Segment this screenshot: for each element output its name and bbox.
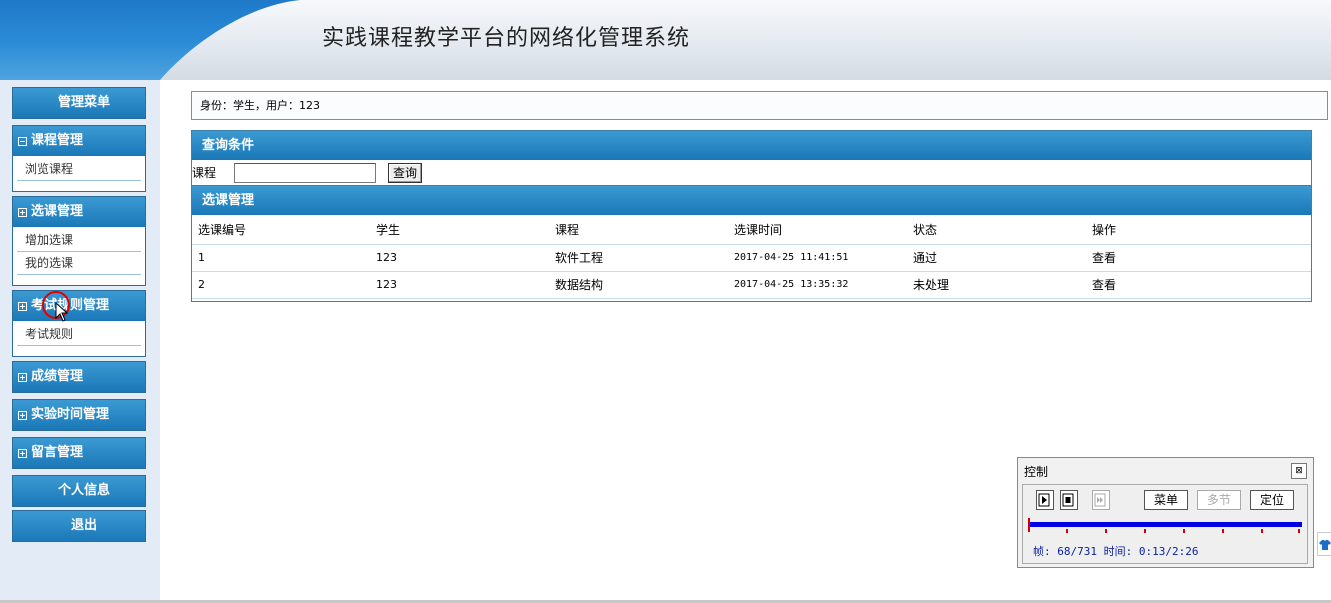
timeline-tick xyxy=(1144,529,1146,533)
timeline-slider[interactable] xyxy=(1028,518,1302,535)
header-banner: 实践课程教学平台的网络化管理系统 xyxy=(0,0,1331,80)
column-header: 状态 xyxy=(907,215,1086,245)
site-title: 实践课程教学平台的网络化管理系统 xyxy=(322,26,691,51)
sidebar-item-exam-rules[interactable]: 考试规则 xyxy=(17,323,141,346)
menu-title: 管理菜单 xyxy=(13,88,145,118)
column-header: 学生 xyxy=(370,215,549,245)
header-blue-swoosh xyxy=(0,0,330,80)
sidebar-group-header-grades[interactable]: 成绩管理 xyxy=(13,362,145,392)
view-link[interactable]: 查看 xyxy=(1086,244,1311,272)
frame-time-status: 帧: 68/731 时间: 0:13/2:26 xyxy=(1033,545,1199,558)
table-header-row: 选课编号 学生 课程 选课时间 状态 操作 xyxy=(192,215,1311,245)
step-forward-icon xyxy=(1094,493,1106,507)
group-title: 成绩管理 xyxy=(31,369,84,384)
table-row: 1 123 软件工程 2017-04-25 11:41:51 通过 查看 xyxy=(192,244,1311,272)
cell-course: 软件工程 xyxy=(549,244,728,272)
plus-box-icon xyxy=(18,301,27,311)
control-body: 菜单 多节 定位 帧: 68/731 时间: 0:13/2:26 xyxy=(1022,484,1308,564)
column-header: 操作 xyxy=(1086,215,1311,245)
cell-status: 未处理 xyxy=(907,271,1086,299)
locate-button[interactable]: 定位 xyxy=(1250,490,1294,510)
tshirt-glyph xyxy=(1318,540,1331,550)
sidebar-group-exam-rules: 考试规则管理 考试规则 xyxy=(12,290,146,357)
cell-course: 数据结构 xyxy=(549,271,728,299)
plus-box-icon xyxy=(18,372,27,382)
sidebar-group-header-selection[interactable]: 选课管理 xyxy=(13,197,145,227)
stop-icon xyxy=(1062,493,1074,507)
sidebar-logout: 退出 xyxy=(12,510,146,542)
minus-box-icon xyxy=(18,136,27,146)
plus-box-icon xyxy=(18,410,27,420)
sidebar-group-selection: 选课管理 增加选课 我的选课 xyxy=(12,196,146,286)
cell-id: 1 xyxy=(192,244,370,272)
control-title: 控制 xyxy=(1024,465,1049,479)
timeline-tick xyxy=(1261,529,1263,533)
mouse-cursor-icon xyxy=(55,302,69,322)
sidebar-group-header-messages[interactable]: 留言管理 xyxy=(13,438,145,468)
course-search-input[interactable] xyxy=(234,162,376,183)
timeline-track xyxy=(1028,522,1302,527)
play-icon xyxy=(1038,493,1050,507)
play-button[interactable] xyxy=(1036,490,1054,510)
group-title: 课程管理 xyxy=(31,133,84,148)
sidebar-group-header-exam-rules[interactable]: 考试规则管理 xyxy=(13,291,145,321)
player-control-window: 控制 ⊠ 菜单 多节 定位 帧: 68/731 时间: 0:13/2:26 xyxy=(1017,457,1314,568)
logout-button[interactable]: 退出 xyxy=(13,511,145,541)
cell-status: 通过 xyxy=(907,244,1086,272)
sidebar: 管理菜单 课程管理 浏览课程 选课管理 增加选课 我的选课 考试规则管理 考试规… xyxy=(0,80,160,603)
query-button[interactable]: 查询 xyxy=(388,162,423,183)
sidebar-personal-info: 个人信息 xyxy=(12,475,146,507)
close-icon[interactable]: ⊠ xyxy=(1291,463,1307,479)
menu-title-block: 管理菜单 xyxy=(12,87,146,119)
sidebar-group-header-lab-time[interactable]: 实验时间管理 xyxy=(13,400,145,430)
sidebar-group-messages: 留言管理 xyxy=(12,437,146,469)
timeline-tick xyxy=(1105,529,1107,533)
personal-info-button[interactable]: 个人信息 xyxy=(13,476,145,506)
sidebar-group-grades: 成绩管理 xyxy=(12,361,146,393)
column-header: 选课编号 xyxy=(192,215,370,245)
timeline-tick xyxy=(1222,529,1224,533)
main-panel: 查询条件 课程 查询 选课管理 选课编号 学生 课程 选课时间 状态 操作 1 … xyxy=(191,130,1312,302)
sidebar-item-browse-courses[interactable]: 浏览课程 xyxy=(17,158,141,181)
selection-table: 选课编号 学生 课程 选课时间 状态 操作 1 123 软件工程 2017-04… xyxy=(192,215,1311,299)
cell-student: 123 xyxy=(370,244,549,272)
menu-button[interactable]: 菜单 xyxy=(1144,490,1188,510)
stop-button[interactable] xyxy=(1060,490,1078,510)
selection-section-title: 选课管理 xyxy=(192,186,1311,215)
multi-section-button[interactable]: 多节 xyxy=(1197,490,1241,510)
step-button[interactable] xyxy=(1092,490,1110,510)
column-header: 课程 xyxy=(549,215,728,245)
cell-id: 2 xyxy=(192,271,370,299)
timeline-playhead[interactable] xyxy=(1028,518,1030,532)
plus-box-icon xyxy=(18,448,27,458)
sidebar-group-lab-time: 实验时间管理 xyxy=(12,399,146,431)
identity-bar: 身份：学生，用户：123 xyxy=(191,91,1328,120)
view-link[interactable]: 查看 xyxy=(1086,271,1311,299)
tshirt-icon[interactable] xyxy=(1317,532,1331,556)
plus-box-icon xyxy=(18,207,27,217)
sidebar-group-course: 课程管理 浏览课程 xyxy=(12,125,146,192)
course-label: 课程 xyxy=(192,166,217,180)
sidebar-item-add-selection[interactable]: 增加选课 xyxy=(17,229,141,252)
group-title: 留言管理 xyxy=(31,445,84,460)
cell-student: 123 xyxy=(370,271,549,299)
query-row: 课程 查询 xyxy=(192,160,1311,186)
timeline-tick xyxy=(1066,529,1068,533)
table-row: 2 123 数据结构 2017-04-25 13:35:32 未处理 查看 xyxy=(192,271,1311,299)
sidebar-item-my-selections[interactable]: 我的选课 xyxy=(17,252,141,275)
timeline-tick xyxy=(1183,529,1185,533)
cell-time: 2017-04-25 13:35:32 xyxy=(728,271,907,299)
timeline-tick xyxy=(1298,529,1300,533)
cell-time: 2017-04-25 11:41:51 xyxy=(728,244,907,272)
group-title: 实验时间管理 xyxy=(31,407,110,422)
group-title: 选课管理 xyxy=(31,204,84,219)
query-section-title: 查询条件 xyxy=(192,131,1311,160)
column-header: 选课时间 xyxy=(728,215,907,245)
sidebar-group-header-course[interactable]: 课程管理 xyxy=(13,126,145,156)
